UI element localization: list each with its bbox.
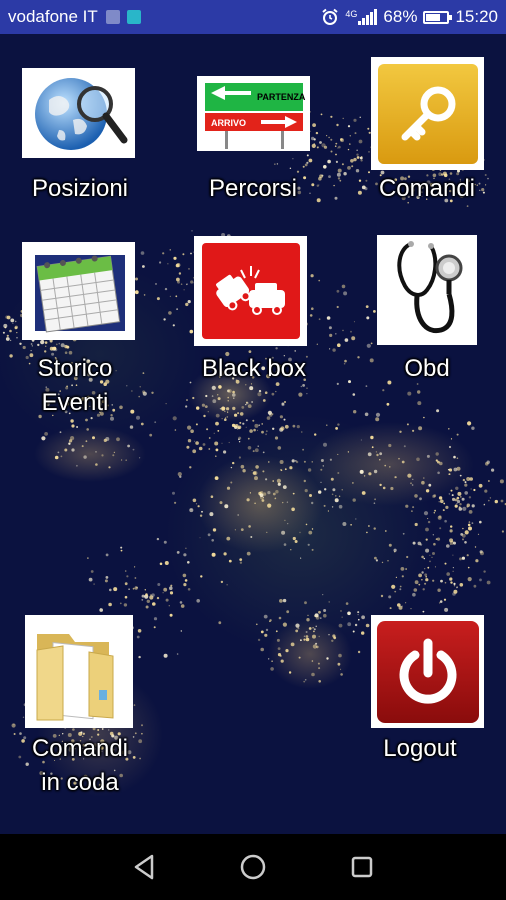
key-icon <box>371 57 484 170</box>
globe-magnifier-icon <box>22 68 135 158</box>
app-label-storico-eventi: Storico Eventi <box>0 352 150 420</box>
message-notification-icon <box>126 10 141 24</box>
back-triangle-icon <box>135 854 154 880</box>
battery-icon <box>423 10 453 24</box>
app-label-line-1: Comandi <box>31 735 129 762</box>
calendar-icon <box>22 242 135 340</box>
back-button[interactable] <box>129 852 159 882</box>
battery-percent: 68% <box>383 7 418 26</box>
power-icon <box>371 615 484 728</box>
app-label-logout: Logout <box>383 735 457 762</box>
sign-bottom-text: ARRIVO <box>211 118 246 128</box>
sign-top-text: PARTENZA <box>257 92 306 102</box>
home-circle-icon <box>240 854 266 880</box>
image-notification-icon <box>105 10 120 24</box>
app-label-line-2: in coda <box>41 769 119 796</box>
carrier-name: vodafone IT <box>8 7 98 26</box>
stethoscope-icon <box>377 235 477 345</box>
car-crash-icon <box>194 236 307 346</box>
app-label-black-box: Black box <box>201 355 307 382</box>
folder-icon <box>25 615 133 728</box>
app-label-line-2: Eventi <box>41 389 109 416</box>
navigation-bar <box>0 834 506 900</box>
alarm-icon <box>322 8 339 25</box>
app-label-comandi-in-coda: Comandi in coda <box>0 732 160 800</box>
clock: 15:20 <box>455 7 498 26</box>
home-button[interactable] <box>238 852 268 882</box>
app-label-posizioni: Posizioni <box>31 175 129 202</box>
app-label-comandi: Comandi <box>378 175 476 202</box>
app-label-percorsi: Percorsi <box>208 175 298 202</box>
network-type: 4G <box>345 9 358 19</box>
status-bar: vodafone IT 4G 68% 15:20 <box>0 0 506 34</box>
signal-icon <box>358 9 378 25</box>
app-label-line-1: Storico <box>37 355 113 382</box>
app-label-obd: Obd <box>404 355 450 382</box>
route-sign-icon: PARTENZA ARRIVO <box>197 76 310 151</box>
recents-button[interactable] <box>347 852 377 882</box>
recents-square-icon <box>351 856 372 878</box>
